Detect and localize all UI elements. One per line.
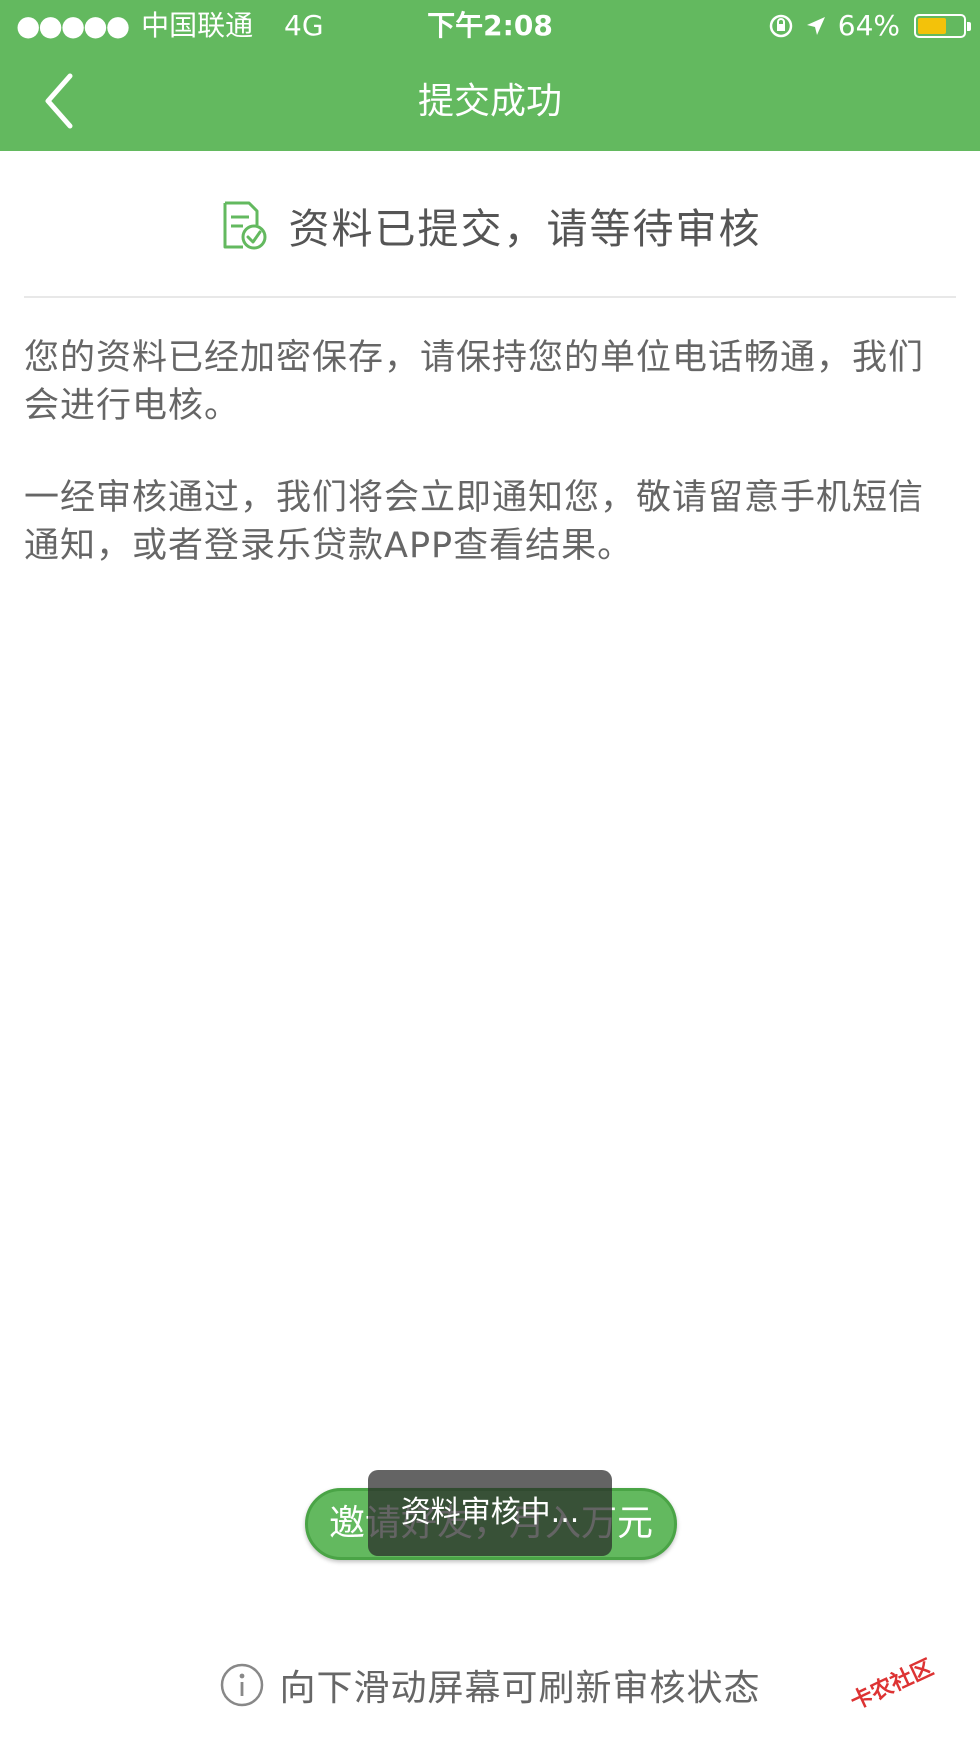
navbar: 提交成功 (0, 52, 980, 151)
battery-percent: 64% (837, 9, 900, 42)
divider (24, 296, 956, 298)
battery-fill (918, 18, 947, 34)
top-bar: ●●●●● 中国联通 4G 下午2:08 64% 提交成功 (0, 0, 980, 151)
status-bar: ●●●●● 中国联通 4G 下午2:08 64% (0, 0, 980, 52)
toast-message: 资料审核中... (368, 1470, 612, 1556)
status-right: 64% (768, 0, 971, 52)
info-paragraph-2: 一经审核通过，我们将会立即通知您，敬请留意手机短信通知，或者登录乐贷款APP查看… (24, 478, 925, 566)
refresh-hint: 向下滑动屏幕可刷新审核状态 (0, 1655, 980, 1715)
document-check-icon (223, 201, 266, 250)
battery-icon (914, 14, 971, 38)
rotation-lock-icon (769, 14, 793, 38)
battery-cap (967, 22, 971, 31)
page: ●●●●● 中国联通 4G 下午2:08 64% 提交成功 资料已提交，请等待审… (0, 0, 980, 1743)
info-icon (221, 1663, 264, 1707)
submit-status-header: 资料已提交，请等待审核 (0, 190, 980, 260)
info-paragraph-1: 您的资料已经加密保存，请保持您的单位电话畅通，我们会进行电核。 (24, 338, 925, 426)
hint-text: 向下滑动屏幕可刷新审核状态 (279, 1668, 761, 1709)
page-title: 提交成功 (417, 81, 562, 122)
header-title: 资料已提交，请等待审核 (288, 205, 762, 253)
location-arrow-icon (806, 17, 825, 35)
